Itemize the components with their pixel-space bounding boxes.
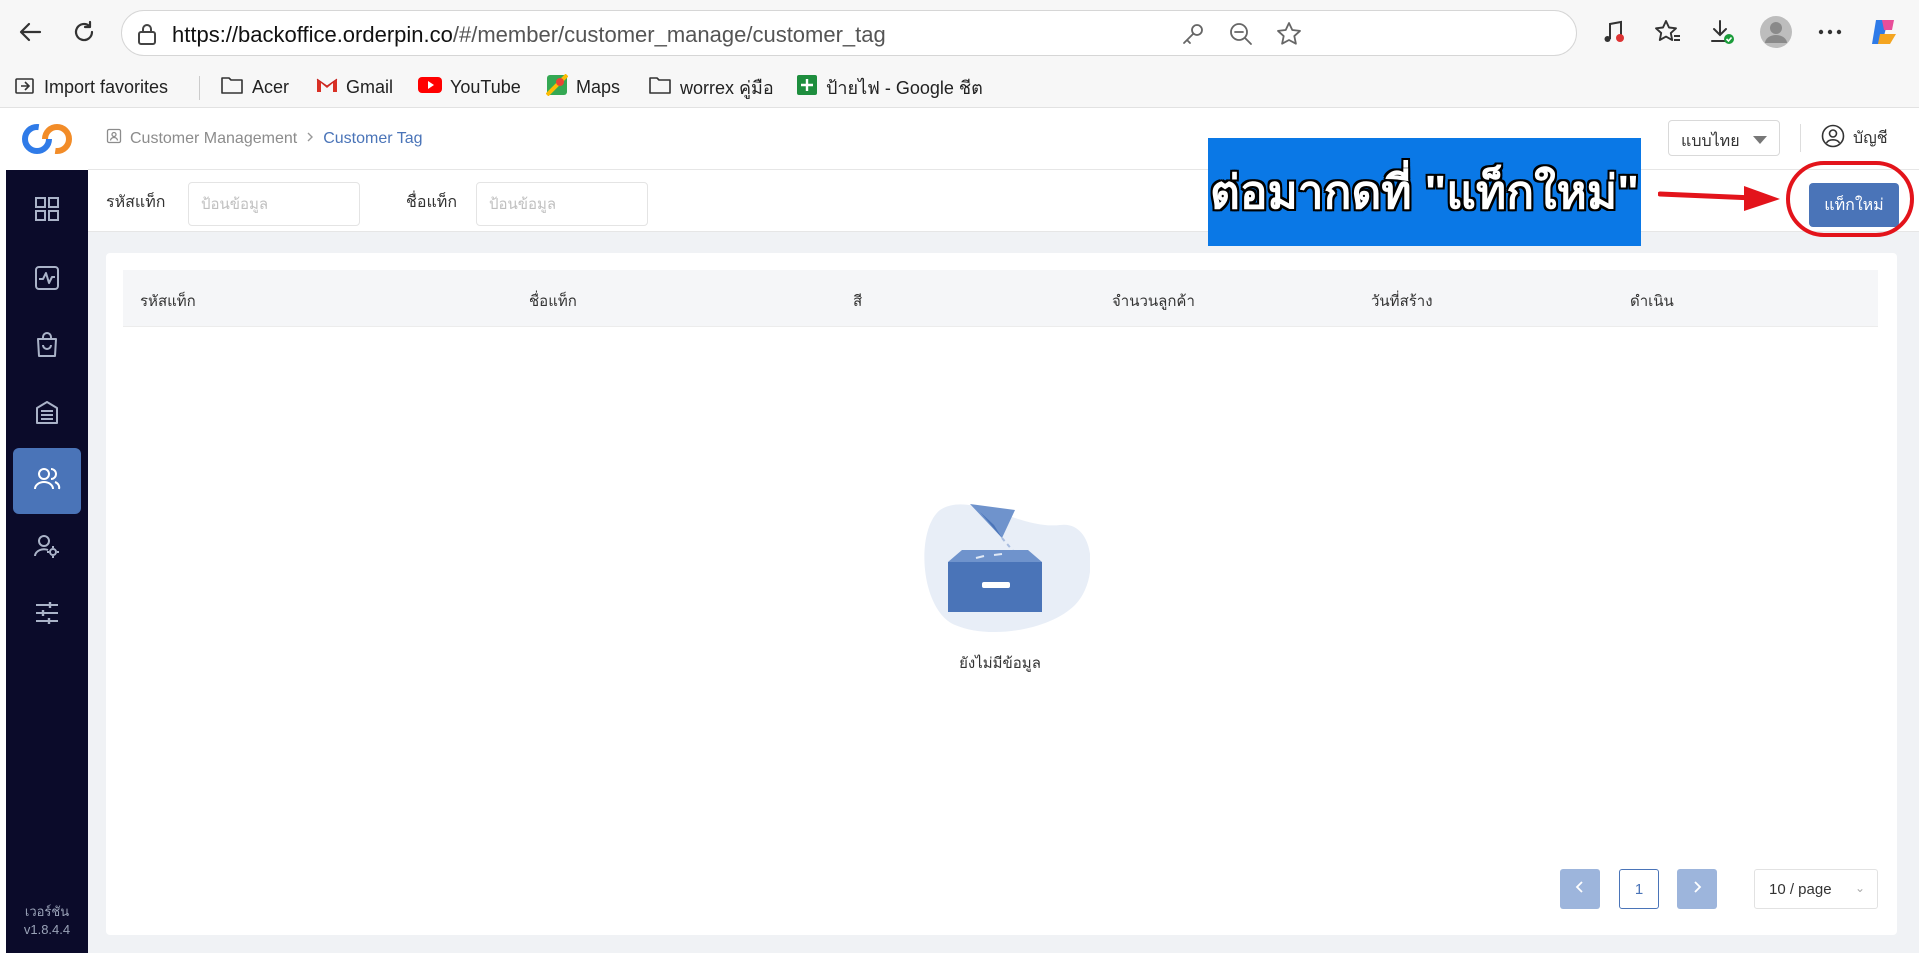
profile-avatar-icon[interactable] bbox=[1760, 16, 1792, 48]
dashboard-icon bbox=[34, 196, 60, 227]
tag-name-label: ชื่อแท็ก bbox=[406, 194, 458, 211]
key-icon[interactable] bbox=[1180, 21, 1206, 47]
sidebar-item-customers[interactable] bbox=[13, 448, 81, 514]
new-tag-button[interactable]: แท็กใหม่ bbox=[1809, 183, 1899, 227]
maps-icon bbox=[545, 73, 569, 101]
column-created-date: วันที่สร้าง bbox=[1371, 293, 1433, 310]
breadcrumb: Customer Management Customer Tag bbox=[106, 128, 423, 149]
gmail-icon bbox=[316, 76, 338, 99]
back-icon[interactable] bbox=[12, 14, 48, 50]
users-icon bbox=[33, 466, 61, 497]
folder-icon bbox=[648, 75, 672, 100]
bookmark-maps[interactable]: Maps bbox=[545, 71, 620, 103]
address-bar[interactable]: https://backoffice.orderpin.co/#/member/… bbox=[121, 10, 1577, 56]
bookmark-acer[interactable]: Acer bbox=[220, 71, 289, 103]
bookmark-import-favorites[interactable]: Import favorites bbox=[14, 71, 168, 103]
sidebar-item-member-settings[interactable] bbox=[13, 515, 81, 581]
activity-icon bbox=[34, 265, 60, 296]
app-header: Customer Management Customer Tag แบบไทย … bbox=[88, 108, 1919, 170]
table-header: รหัสแท็ก ชื่อแท็ก สี จำนวนลูกค้า วันที่ส… bbox=[123, 270, 1878, 327]
sliders-icon bbox=[34, 600, 60, 631]
sidebar-item-store[interactable] bbox=[13, 381, 81, 447]
next-page-button[interactable] bbox=[1677, 869, 1717, 909]
folder-icon bbox=[220, 75, 244, 100]
sidebar-item-orders[interactable] bbox=[13, 314, 81, 380]
youtube-icon bbox=[418, 76, 442, 99]
sidebar-item-settings[interactable] bbox=[13, 582, 81, 648]
import-icon bbox=[14, 74, 36, 101]
breadcrumb-customer-management[interactable]: Customer Management bbox=[130, 130, 297, 148]
tag-code-label: รหัสแท็ก bbox=[106, 194, 166, 211]
orderpin-logo[interactable] bbox=[6, 108, 88, 170]
bookmark-gmail[interactable]: Gmail bbox=[316, 71, 393, 103]
tag-code-input[interactable] bbox=[188, 182, 360, 226]
column-color: สี bbox=[853, 293, 863, 310]
account-menu[interactable]: บัญชี bbox=[1821, 124, 1888, 153]
copilot-icon[interactable] bbox=[1868, 16, 1900, 48]
column-actions: ดำเนิน bbox=[1630, 293, 1674, 310]
more-options-icon[interactable] bbox=[1814, 16, 1846, 48]
column-tag-code: รหัสแท็ก bbox=[140, 293, 196, 310]
sidebar-item-dashboard[interactable] bbox=[13, 178, 81, 244]
sheets-icon bbox=[796, 74, 818, 101]
page-1-button[interactable]: 1 bbox=[1619, 869, 1659, 909]
bookmark-youtube[interactable]: YouTube bbox=[418, 71, 521, 103]
favorite-star-icon[interactable] bbox=[1276, 21, 1302, 47]
chevron-right-icon bbox=[305, 130, 315, 148]
filter-bar: รหัสแท็ก ชื่อแท็ก แท็กใหม่ bbox=[88, 170, 1919, 232]
downloads-icon[interactable] bbox=[1706, 16, 1738, 48]
red-arrow-icon bbox=[1658, 186, 1780, 211]
refresh-icon[interactable] bbox=[66, 14, 102, 50]
bookmark-separator bbox=[199, 76, 200, 100]
chevron-left-icon bbox=[1575, 880, 1585, 898]
header-divider bbox=[1800, 124, 1801, 152]
version-info: เวอร์ชัน v1.8.4.4 bbox=[23, 904, 71, 937]
column-tag-name: ชื่อแท็ก bbox=[529, 293, 577, 310]
zoom-out-icon[interactable] bbox=[1228, 21, 1254, 47]
building-icon bbox=[34, 399, 60, 430]
media-icon[interactable] bbox=[1598, 16, 1630, 48]
user-settings-icon bbox=[33, 533, 61, 564]
url-text[interactable]: https://backoffice.orderpin.co/#/member/… bbox=[172, 22, 886, 48]
user-circle-icon bbox=[1821, 124, 1845, 153]
tag-name-input[interactable] bbox=[476, 182, 648, 226]
contact-card-icon bbox=[106, 128, 122, 149]
bookmarks-bar: Import favorites Acer Gmail YouTube Maps… bbox=[0, 66, 1919, 108]
breadcrumb-customer-tag: Customer Tag bbox=[323, 129, 423, 147]
chevron-right-icon bbox=[1692, 880, 1702, 898]
favorites-icon[interactable] bbox=[1652, 16, 1684, 48]
language-select[interactable]: แบบไทย bbox=[1668, 120, 1780, 156]
prev-page-button[interactable] bbox=[1560, 869, 1600, 909]
caret-down-icon bbox=[1753, 136, 1767, 144]
lock-icon[interactable] bbox=[136, 22, 158, 51]
bookmark-worrex[interactable]: worrex คู่มือ bbox=[648, 71, 774, 103]
tutorial-annotation: ต่อมากดที่ "แท็กใหม่" bbox=[1208, 138, 1641, 246]
chevron-down-icon: ⌄ bbox=[1854, 881, 1865, 895]
browser-toolbar: https://backoffice.orderpin.co/#/member/… bbox=[0, 0, 1919, 66]
column-customer-count: จำนวนลูกค้า bbox=[1112, 293, 1195, 310]
sidebar-item-activity[interactable] bbox=[13, 247, 81, 313]
empty-inbox-icon bbox=[924, 504, 1090, 633]
sidebar: เวอร์ชัน v1.8.4.4 bbox=[6, 108, 88, 953]
bookmark-sheets[interactable]: ป้ายไฟ - Google ชีต bbox=[796, 71, 983, 103]
shopping-bag-icon bbox=[34, 331, 60, 363]
page-size-select[interactable]: 10 / page ⌄ bbox=[1754, 869, 1878, 909]
empty-state-text: ยังไม่มีข้อมูล bbox=[959, 655, 1041, 672]
